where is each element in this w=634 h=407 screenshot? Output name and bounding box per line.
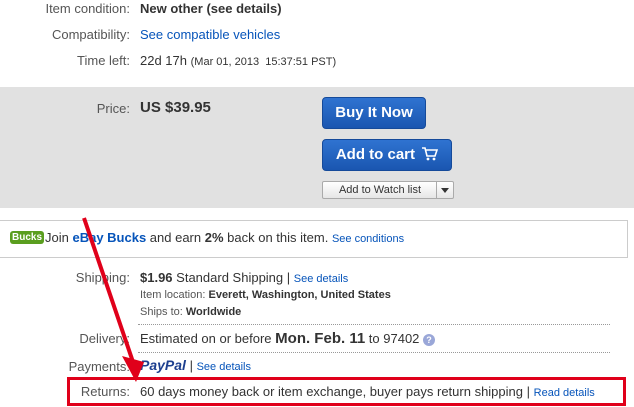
condition-label: Item condition:	[45, 1, 130, 16]
time-left-duration: 22d 17h	[140, 53, 187, 68]
paypal-logo: PayPal	[140, 357, 186, 373]
ships-to: Ships to: Worldwide	[140, 306, 241, 318]
payments-see-details-link[interactable]: See details	[197, 361, 251, 373]
see-conditions-link[interactable]: See conditions	[332, 233, 404, 245]
bucks-text: Join eBay Bucks and earn 2% back on this…	[45, 230, 404, 245]
time-left-value: 22d 17h (Mar 01, 2013 15:37:51 PST)	[140, 53, 336, 68]
time-left-label: Time left:	[77, 53, 130, 68]
price-label: Price:	[96, 101, 130, 116]
ships-to-value: Worldwide	[185, 306, 242, 318]
bucks-join: Join	[45, 230, 73, 245]
divider	[138, 324, 610, 325]
delivery-label: Delivery:	[79, 331, 130, 346]
buy-it-now-button[interactable]: Buy It Now	[322, 97, 426, 129]
watch-list-dropdown-icon[interactable]	[436, 182, 453, 198]
compatible-vehicles-link[interactable]: See compatible vehicles	[140, 27, 280, 42]
add-to-watch-list-button[interactable]: Add to Watch list	[322, 181, 454, 199]
bucks-rest: back on this item.	[223, 230, 329, 245]
delivery-value: Estimated on or before Mon. Feb. 11 to 9…	[140, 330, 436, 347]
delivery-help-icon[interactable]: ?	[423, 334, 436, 346]
ships-to-label: Ships to:	[140, 306, 183, 318]
condition-value[interactable]: New other (see details)	[140, 1, 282, 16]
time-left-end: (Mar 01, 2013 15:37:51 PST)	[190, 56, 337, 68]
item-location-label: Item location:	[140, 289, 206, 301]
shipping-cost: $1.96	[140, 270, 173, 285]
price-panel	[0, 87, 634, 208]
item-location-value: Everett, Washington, United States	[208, 289, 391, 301]
cart-icon	[422, 147, 439, 161]
shipping-sep: |	[286, 270, 291, 285]
item-location: Item location: Everett, Washington, Unit…	[140, 289, 391, 301]
payments-label: Payments:	[68, 359, 130, 374]
delivery-prefix: Estimated on or before	[140, 331, 272, 346]
bucks-earn: and earn	[146, 230, 205, 245]
price-value: US $39.95	[140, 99, 211, 116]
bucks-badge-icon: Bucks	[10, 231, 45, 244]
delivery-date: Mon. Feb. 11	[275, 330, 366, 347]
shipping-see-details-link[interactable]: See details	[294, 273, 348, 285]
watch-list-label: Add to Watch list	[338, 184, 422, 196]
add-to-cart-label: Add to cart	[335, 146, 415, 163]
returns-highlight-box	[67, 377, 626, 406]
payments-value: PayPal | See details	[140, 357, 251, 373]
buy-it-now-label: Buy It Now	[335, 104, 413, 121]
compatibility-label: Compatibility:	[51, 27, 130, 42]
shipping-label: Shipping:	[75, 270, 130, 285]
shipping-value: $1.96 Standard Shipping | See details	[140, 270, 348, 285]
shipping-method: Standard Shipping	[176, 270, 284, 285]
ebay-bucks-link[interactable]: eBay Bucks	[72, 230, 146, 245]
delivery-zip[interactable]: to 97402	[369, 331, 420, 346]
payments-sep: |	[189, 358, 193, 373]
bucks-percent: 2%	[204, 230, 224, 245]
divider	[138, 352, 610, 353]
add-to-cart-button[interactable]: Add to cart	[322, 139, 452, 171]
